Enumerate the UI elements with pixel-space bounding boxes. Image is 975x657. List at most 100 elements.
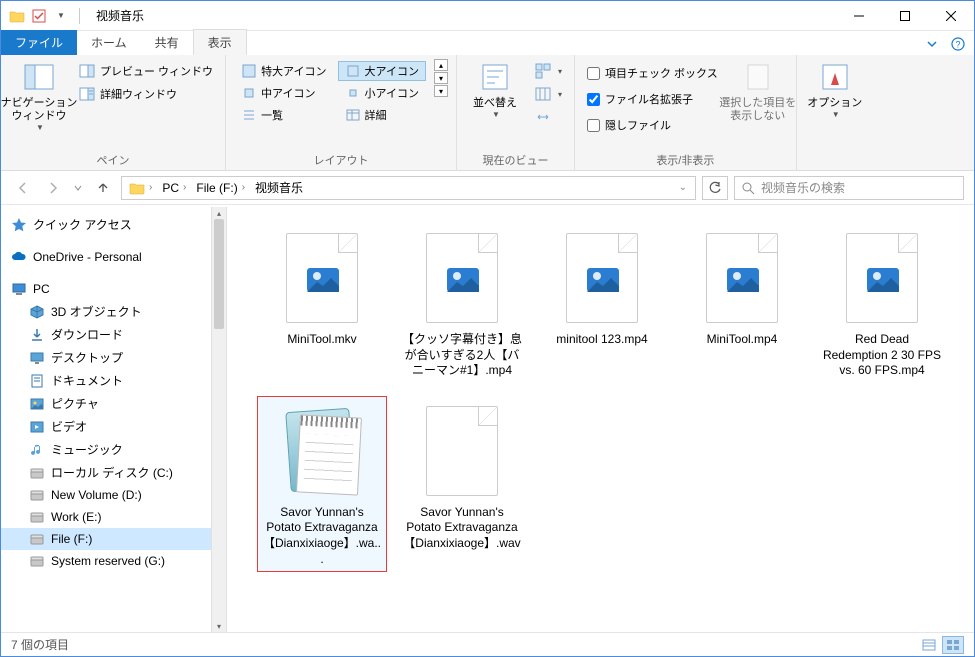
sidebar-item[interactable]: File (F:) bbox=[1, 528, 211, 550]
file-list[interactable]: MiniTool.mkv【クッソ字幕付き】息が合いすぎる2人【バニーマン#1】.… bbox=[227, 207, 974, 632]
tab-file[interactable]: ファイル bbox=[1, 30, 77, 55]
navigation-pane[interactable]: クイック アクセス OneDrive - Personal PC 3D オブジェ… bbox=[1, 207, 211, 632]
icons-view-button[interactable] bbox=[942, 636, 964, 654]
chevron-down-icon: ▼ bbox=[492, 110, 500, 119]
sidebar-item-label: ドキュメント bbox=[51, 372, 123, 389]
file-item[interactable]: minitool 123.mp4 bbox=[537, 223, 667, 384]
ribbon-tabs: ファイル ホーム 共有 表示 ? bbox=[1, 31, 974, 55]
forward-button[interactable] bbox=[41, 176, 65, 200]
sidebar-item-label: System reserved (G:) bbox=[51, 554, 165, 568]
layout-scroll-down[interactable]: ▾ bbox=[434, 72, 448, 84]
search-icon bbox=[741, 181, 755, 195]
back-button[interactable] bbox=[11, 176, 35, 200]
sort-by-button[interactable]: 並べ替え ▼ bbox=[465, 59, 525, 119]
file-item[interactable]: Red Dead Redemption 2 30 FPS vs. 60 FPS.… bbox=[817, 223, 947, 384]
sidebar-item-label: 3D オブジェクト bbox=[51, 303, 142, 320]
sidebar-item[interactable]: デスクトップ bbox=[1, 346, 211, 369]
crumb-pc[interactable]: PC› bbox=[157, 177, 191, 199]
refresh-button[interactable] bbox=[702, 176, 728, 200]
file-item[interactable]: Savor Yunnan's Potato Extravaganza【Dianx… bbox=[397, 396, 527, 572]
folder-icon bbox=[29, 465, 45, 481]
sidebar-item[interactable]: 3D オブジェクト bbox=[1, 300, 211, 323]
layout-extra-large[interactable]: 特大アイコン bbox=[234, 61, 333, 81]
file-name: Savor Yunnan's Potato Extravaganza【Dianx… bbox=[262, 505, 382, 567]
file-item[interactable]: MiniTool.mkv bbox=[257, 223, 387, 384]
layout-medium[interactable]: 中アイコン bbox=[234, 83, 333, 103]
sidebar-item[interactable]: New Volume (D:) bbox=[1, 484, 211, 506]
qat-properties-icon[interactable] bbox=[31, 8, 47, 24]
scroll-thumb[interactable] bbox=[214, 219, 224, 329]
item-checkboxes-toggle[interactable]: 項目チェック ボックス bbox=[583, 63, 722, 83]
details-view-button[interactable] bbox=[918, 636, 940, 654]
tab-view[interactable]: 表示 bbox=[193, 29, 247, 55]
file-extensions-toggle[interactable]: ファイル名拡張子 bbox=[583, 89, 722, 109]
minimize-ribbon-button[interactable] bbox=[920, 33, 944, 55]
address-bar[interactable]: › PC› File (F:)› 视频音乐 ⌄ bbox=[121, 176, 696, 200]
file-item[interactable]: MiniTool.mp4 bbox=[677, 223, 807, 384]
sidebar-item-label: File (F:) bbox=[51, 532, 92, 546]
layout-details[interactable]: 詳細 bbox=[338, 105, 426, 125]
file-item[interactable]: 【クッソ字幕付き】息が合いすぎる2人【バニーマン#1】.mp4 bbox=[397, 223, 527, 384]
search-box[interactable]: 视频音乐の検索 bbox=[734, 176, 964, 200]
sidebar-pc[interactable]: PC bbox=[1, 278, 211, 300]
scroll-up-icon[interactable]: ▴ bbox=[212, 207, 226, 219]
crumb-folder[interactable]: 视频音乐 bbox=[250, 177, 308, 199]
folder-icon bbox=[29, 327, 45, 343]
folder-icon bbox=[29, 396, 45, 412]
help-button[interactable]: ? bbox=[946, 33, 970, 55]
layout-scroll-up[interactable]: ▴ bbox=[434, 59, 448, 71]
layout-list[interactable]: 一覧 bbox=[234, 105, 333, 125]
sidebar-item[interactable]: ドキュメント bbox=[1, 369, 211, 392]
sidebar-item-label: ビデオ bbox=[51, 418, 87, 435]
folder-icon bbox=[9, 8, 25, 24]
file-name: minitool 123.mp4 bbox=[556, 332, 647, 348]
tab-home[interactable]: ホーム bbox=[77, 30, 141, 55]
file-name: Red Dead Redemption 2 30 FPS vs. 60 FPS.… bbox=[822, 332, 942, 379]
star-icon bbox=[11, 217, 27, 233]
sidebar-item[interactable]: ピクチャ bbox=[1, 392, 211, 415]
details-pane-button[interactable]: 詳細ウィンドウ bbox=[75, 84, 217, 104]
folder-icon bbox=[29, 509, 45, 525]
crumb-drive[interactable]: File (F:)› bbox=[191, 177, 250, 199]
file-item[interactable]: Savor Yunnan's Potato Extravaganza【Dianx… bbox=[257, 396, 387, 572]
address-dropdown[interactable]: ⌄ bbox=[673, 182, 693, 193]
sidebar-onedrive[interactable]: OneDrive - Personal bbox=[1, 246, 211, 268]
sidebar-item[interactable]: ビデオ bbox=[1, 415, 211, 438]
scroll-down-icon[interactable]: ▾ bbox=[212, 620, 226, 632]
up-button[interactable] bbox=[91, 176, 115, 200]
sidebar-quick-access[interactable]: クイック アクセス bbox=[1, 213, 211, 236]
file-icon bbox=[420, 228, 505, 328]
sidebar-item-label: ダウンロード bbox=[51, 326, 123, 343]
folder-icon bbox=[29, 350, 45, 366]
ribbon: ナビゲーション ウィンドウ ▼ プレビュー ウィンドウ 詳細ウィンドウ ペイン … bbox=[1, 55, 974, 171]
tab-share[interactable]: 共有 bbox=[141, 30, 193, 55]
sidebar-item[interactable]: Work (E:) bbox=[1, 506, 211, 528]
sidebar-item[interactable]: ミュージック bbox=[1, 438, 211, 461]
size-columns-button[interactable] bbox=[531, 107, 566, 127]
layout-large[interactable]: 大アイコン bbox=[338, 61, 426, 81]
sidebar-item[interactable]: System reserved (G:) bbox=[1, 550, 211, 572]
add-columns-button[interactable]: ▾ bbox=[531, 84, 566, 104]
sidebar-item[interactable]: ローカル ディスク (C:) bbox=[1, 461, 211, 484]
group-by-button[interactable]: ▾ bbox=[531, 61, 566, 81]
sidebar-item[interactable]: ダウンロード bbox=[1, 323, 211, 346]
preview-pane-button[interactable]: プレビュー ウィンドウ bbox=[75, 61, 217, 81]
options-button[interactable]: オプション ▼ bbox=[805, 59, 865, 119]
file-name: Savor Yunnan's Potato Extravaganza【Dianx… bbox=[402, 505, 522, 552]
qat-dropdown-icon[interactable]: ▼ bbox=[53, 8, 69, 24]
chevron-down-icon: ▼ bbox=[832, 110, 840, 119]
folder-icon bbox=[29, 553, 45, 569]
maximize-button[interactable] bbox=[882, 1, 928, 31]
recent-dropdown[interactable] bbox=[71, 176, 85, 200]
sidebar-item-label: ローカル ディスク (C:) bbox=[51, 464, 173, 481]
navigation-pane-button[interactable]: ナビゲーション ウィンドウ ▼ bbox=[9, 59, 69, 132]
minimize-button[interactable] bbox=[836, 1, 882, 31]
layout-small[interactable]: 小アイコン bbox=[338, 83, 426, 103]
close-button[interactable] bbox=[928, 1, 974, 31]
sidebar-scrollbar[interactable]: ▴ ▾ bbox=[211, 207, 227, 632]
folder-icon[interactable]: › bbox=[124, 177, 157, 199]
hidden-items-toggle[interactable]: 隠しファイル bbox=[583, 115, 722, 135]
layout-expand[interactable]: ▾ bbox=[434, 85, 448, 97]
sidebar-item-label: デスクトップ bbox=[51, 349, 123, 366]
hide-selected-button[interactable]: 選択した項目を 表示しない bbox=[728, 59, 788, 123]
